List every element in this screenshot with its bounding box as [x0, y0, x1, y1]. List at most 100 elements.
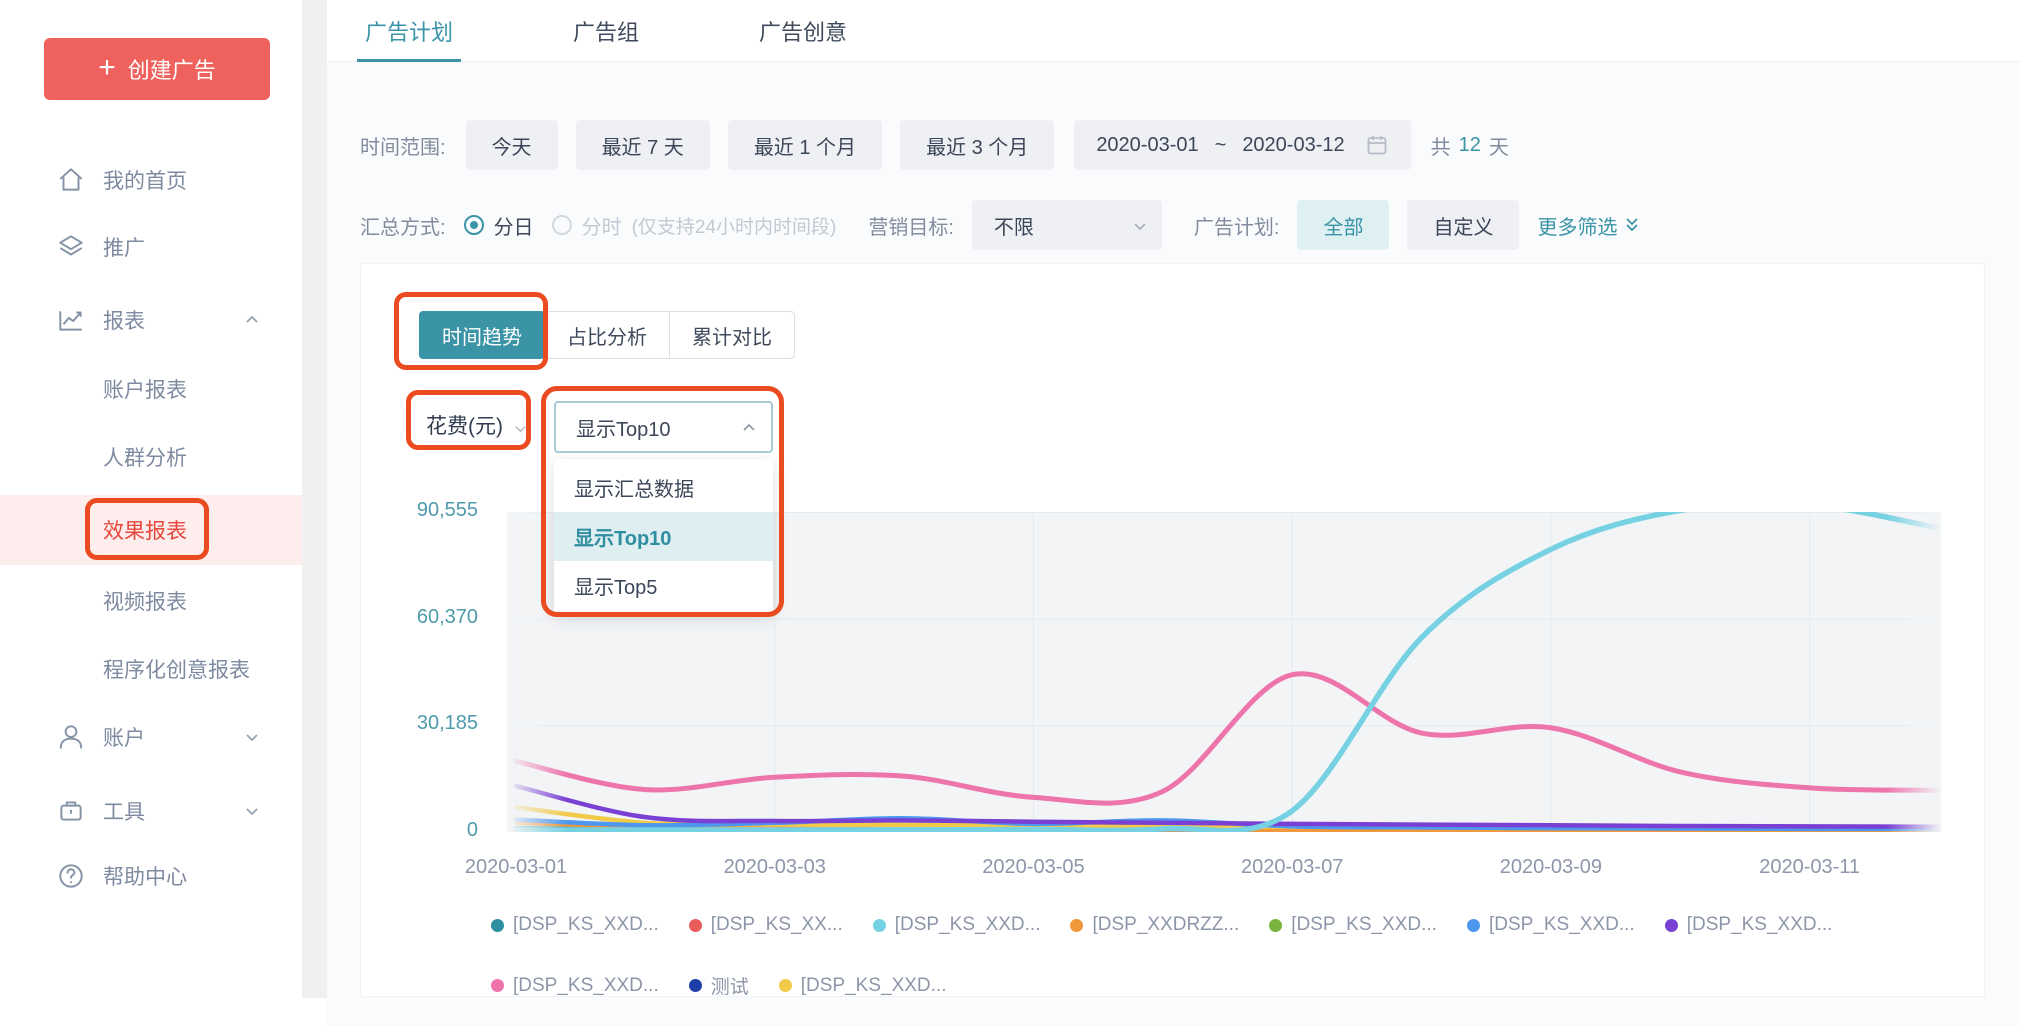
- y-tick-label: 90,555: [388, 499, 478, 522]
- x-tick-label: 2020-03-01: [436, 856, 596, 879]
- tab-3[interactable]: 广告创意: [759, 0, 847, 62]
- y-tick-label: 60,370: [388, 606, 478, 629]
- plus-icon: +: [98, 53, 116, 83]
- chevron-up-icon: [242, 310, 262, 330]
- legend-dot-icon: [1467, 919, 1480, 932]
- create-ad-button[interactable]: + 创建广告: [44, 38, 270, 100]
- sidebar-item-9[interactable]: 账户: [0, 709, 302, 765]
- legend-label: [DSP_KS_XXD...: [513, 975, 659, 997]
- legend-item[interactable]: [DSP_XXDRZZ...: [1070, 914, 1239, 936]
- sidebar-item-label: 账户报表: [103, 374, 187, 404]
- legend-dot-icon: [873, 919, 886, 932]
- sidebar-item-5[interactable]: 人群分析: [0, 429, 302, 485]
- quick-range-chip-2[interactable]: 最近 7 天: [576, 120, 710, 170]
- sidebar-item-label: 程序化创意报表: [103, 654, 250, 684]
- double-chevron-down-icon: [1623, 216, 1641, 234]
- view-tab-2[interactable]: 占比分析: [544, 311, 670, 359]
- legend-dot-icon: [1070, 919, 1083, 932]
- radio-daily[interactable]: 分日: [464, 211, 534, 240]
- main-area: 广告计划 广告组 广告创意 时间范围: 今天最近 7 天最近 1 个月最近 3 个月…: [327, 0, 2020, 1026]
- topn-option-3[interactable]: 显示Top5: [554, 561, 773, 610]
- view-tab-3[interactable]: 累计对比: [669, 311, 795, 359]
- sidebar-item-label: 人群分析: [103, 442, 187, 472]
- more-filters-link[interactable]: 更多筛选: [1537, 211, 1641, 240]
- radio-hourly-note: (仅支持24小时内时间段): [632, 212, 837, 239]
- plan-custom-chip[interactable]: 自定义: [1407, 200, 1519, 250]
- legend-row-2: [DSP_KS_XXD... 测试 [DSP_KS_XXD...: [491, 972, 946, 999]
- content-area: 时间范围: 今天最近 7 天最近 1 个月最近 3 个月 2020-03-01 …: [327, 62, 2020, 1026]
- legend-item[interactable]: [DSP_KS_XXD...: [779, 975, 947, 997]
- marketing-goal-select[interactable]: 不限: [972, 200, 1162, 250]
- legend-item[interactable]: [DSP_KS_XXD...: [873, 914, 1041, 936]
- sidebar-item-1[interactable]: 我的首页: [0, 152, 302, 208]
- tab-1[interactable]: 广告计划: [365, 0, 453, 62]
- help-icon: [56, 861, 86, 891]
- radio-hourly[interactable]: 分时(仅支持24小时内时间段): [552, 211, 837, 240]
- x-tick-label: 2020-03-09: [1471, 856, 1631, 879]
- legend-label: [DSP_XXDRZZ...: [1092, 914, 1239, 936]
- time-range-row: 时间范围: 今天最近 7 天最近 1 个月最近 3 个月 2020-03-01 …: [360, 120, 1509, 170]
- sidebar-item-label: 账户: [103, 722, 145, 752]
- legend-item[interactable]: [DSP_KS_XXD...: [1269, 914, 1437, 936]
- toolbox-icon: [56, 796, 86, 826]
- quick-range-chip-4[interactable]: 最近 3 个月: [900, 120, 1054, 170]
- sidebar-item-4[interactable]: 账户报表: [0, 361, 302, 417]
- chevron-down-icon: [1132, 217, 1148, 233]
- legend-item[interactable]: [DSP_KS_XX...: [689, 914, 843, 936]
- plan-all-chip[interactable]: 全部: [1297, 200, 1389, 250]
- legend-dot-icon: [689, 919, 702, 932]
- legend-label: [DSP_KS_XXD...: [1291, 914, 1437, 936]
- legend-dot-icon: [1665, 919, 1678, 932]
- summary-label: 汇总方式:: [360, 211, 446, 240]
- legend-dot-icon: [491, 919, 504, 932]
- sidebar: + 创建广告 我的首页推广报表账户报表人群分析效果报表视频报表程序化创意报表账户…: [0, 0, 302, 1026]
- sidebar-item-10[interactable]: 工具: [0, 783, 302, 839]
- sidebar-item-7[interactable]: 视频报表: [0, 573, 302, 629]
- metric-select[interactable]: 花费(元): [426, 404, 528, 446]
- sidebar-item-label: 工具: [103, 796, 145, 826]
- marketing-goal-label: 营销目标:: [868, 211, 954, 240]
- legend-item[interactable]: [DSP_KS_XXD...: [491, 914, 659, 936]
- legend-label: [DSP_KS_XXD...: [513, 914, 659, 936]
- legend-item[interactable]: 测试: [689, 972, 749, 999]
- date-end: 2020-03-12: [1242, 134, 1344, 157]
- legend-dot-icon: [779, 979, 792, 992]
- effect-report-page: { "theme":{"accent":"#3a94a6","create_re…: [0, 0, 2020, 1026]
- report-panel: 时间趋势占比分析累计对比 花费(元) 显示Top10 显示汇总数据显示Top10…: [360, 263, 1985, 997]
- x-tick-label: 2020-03-03: [695, 856, 855, 879]
- sidebar-item-8[interactable]: 程序化创意报表: [0, 641, 302, 697]
- create-ad-label: 创建广告: [128, 53, 216, 85]
- topn-option-2[interactable]: 显示Top10: [554, 512, 773, 561]
- sidebar-item-11[interactable]: 帮助中心: [0, 848, 302, 904]
- y-tick-label: 30,185: [388, 712, 478, 735]
- sidebar-item-6[interactable]: 效果报表: [0, 495, 302, 565]
- quick-range-chip-1[interactable]: 今天: [466, 120, 558, 170]
- date-start: 2020-03-01: [1096, 134, 1198, 157]
- date-range-picker[interactable]: 2020-03-01 ~ 2020-03-12: [1074, 120, 1410, 170]
- sidebar-divider: [302, 0, 327, 998]
- legend-item[interactable]: [DSP_KS_XXD...: [1467, 914, 1635, 936]
- sidebar-item-label: 推广: [103, 232, 145, 262]
- radio-daily-circle: [464, 215, 484, 235]
- topn-select[interactable]: 显示Top10: [554, 401, 773, 453]
- quick-range-chip-3[interactable]: 最近 1 个月: [728, 120, 882, 170]
- tab-2[interactable]: 广告组: [573, 0, 639, 62]
- legend-dot-icon: [1269, 919, 1282, 932]
- legend-item[interactable]: [DSP_KS_XXD...: [1665, 914, 1833, 936]
- legend-dot-icon: [689, 979, 702, 992]
- sidebar-item-label: 视频报表: [103, 586, 187, 616]
- summary-row: 汇总方式: 分日 分时(仅支持24小时内时间段) 营销目标: 不限 广告计划: …: [360, 200, 1641, 250]
- topn-option-1[interactable]: 显示汇总数据: [554, 463, 773, 512]
- legend-label: [DSP_KS_XXD...: [1489, 914, 1635, 936]
- sidebar-item-2[interactable]: 推广: [0, 219, 302, 275]
- chevron-down-icon: [242, 801, 262, 821]
- total-days: 共12天: [1431, 131, 1509, 160]
- sidebar-item-3[interactable]: 报表: [0, 292, 302, 348]
- chevron-down-icon: [242, 727, 262, 747]
- legend-label: [DSP_KS_XX...: [711, 914, 843, 936]
- legend-item[interactable]: [DSP_KS_XXD...: [491, 975, 659, 997]
- view-mode-tabs: 时间趋势占比分析累计对比: [419, 311, 795, 359]
- view-tab-1[interactable]: 时间趋势: [419, 311, 545, 359]
- legend-label: 测试: [711, 972, 749, 999]
- x-tick-label: 2020-03-11: [1730, 856, 1890, 879]
